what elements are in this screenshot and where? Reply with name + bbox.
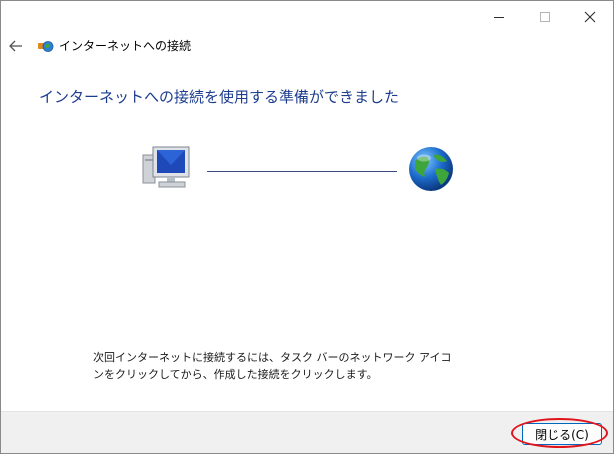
page-heading: インターネットへの接続を使用する準備ができました — [39, 88, 400, 106]
window-close-button[interactable] — [567, 1, 613, 32]
network-connection-icon — [37, 38, 54, 55]
connection-line — [207, 171, 397, 172]
maximize-button[interactable] — [522, 1, 568, 32]
maximize-icon — [540, 11, 550, 22]
close-icon — [584, 11, 596, 22]
back-arrow-icon — [9, 40, 22, 52]
back-button[interactable] — [7, 37, 25, 55]
footer-bar: 閉じる(C) — [1, 411, 613, 453]
minimize-button[interactable] — [476, 1, 522, 32]
instruction-text: 次回インターネットに接続するには、タスク バーのネットワーク アイコンをクリック… — [93, 351, 452, 381]
computer-monitor-icon — [141, 145, 195, 191]
globe-icon — [407, 145, 455, 193]
connection-wizard-window: インターネットへの接続 インターネットへの接続を使用する準備ができました 次回イ… — [0, 0, 614, 454]
close-dialog-button[interactable]: 閉じる(C) — [522, 423, 602, 445]
minimize-icon — [494, 16, 504, 18]
window-title: インターネットへの接続 — [59, 39, 192, 53]
